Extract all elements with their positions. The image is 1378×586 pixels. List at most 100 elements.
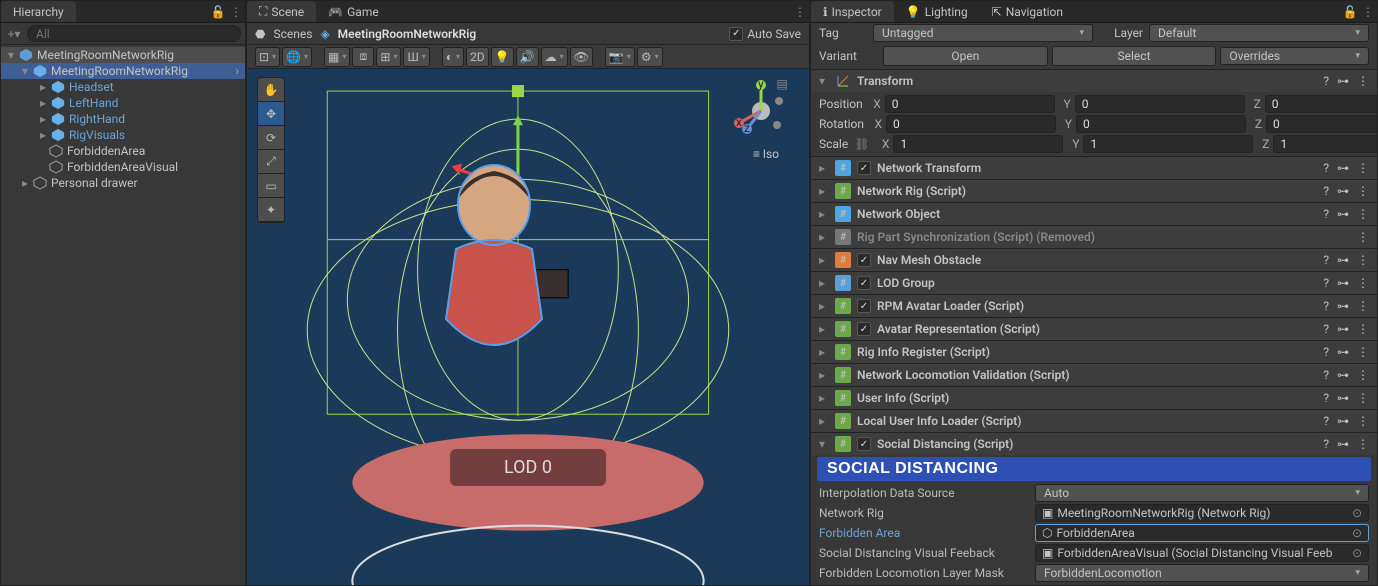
kebab-icon[interactable]: ⋮ [1357,253,1369,267]
preset-icon[interactable]: ⊶ [1337,161,1349,175]
foldout-icon[interactable]: ▸ [819,345,829,359]
foldout-icon[interactable]: ▾ [819,74,829,88]
foldout-icon[interactable]: ▸ [19,176,31,190]
inspector-tab[interactable]: ℹInspector [811,1,894,22]
kebab-icon[interactable]: ⋮ [1357,276,1369,290]
component-header[interactable]: ▸ # Network Object ?⊶⋮ [811,203,1377,225]
foldout-icon[interactable]: ▸ [819,230,829,244]
interp-dropdown[interactable]: Auto [1035,484,1369,502]
breadcrumb-asset[interactable]: MeetingRoomNetworkRig [338,27,477,41]
kebab-icon[interactable]: ⋮ [1357,184,1369,198]
help-icon[interactable]: ? [1323,207,1329,221]
auto-save-toggle[interactable]: ✓ Auto Save [729,27,801,41]
mask-dropdown[interactable]: ForbiddenLocomotion [1035,564,1369,582]
overrides-dropdown[interactable]: Overrides [1220,47,1369,65]
foldout-icon[interactable]: ▾ [19,64,31,78]
foldout-icon[interactable]: ▸ [819,299,829,313]
go-into-icon[interactable]: › [235,64,245,78]
enable-checkbox[interactable]: ✓ [857,276,871,290]
tree-item-righthand[interactable]: ▸ RightHand [1,111,245,127]
grid-vis-button[interactable]: ▦ [324,47,350,67]
foldout-icon[interactable]: ▸ [819,322,829,336]
help-icon[interactable]: ? [1323,345,1329,359]
foldout-icon[interactable]: ▸ [819,253,829,267]
tree-item-rigvisuals[interactable]: ▸ RigVisuals [1,127,245,143]
help-icon[interactable]: ? [1323,414,1329,428]
component-header[interactable]: ▸ # ✓ Network Transform ?⊶⋮ [811,157,1377,179]
scale-snap-button[interactable]: Ш [403,47,429,67]
kebab-icon[interactable]: ⋮ [1357,437,1369,451]
component-header[interactable]: ▸ # ✓ Nav Mesh Obstacle ?⊶⋮ [811,249,1377,271]
foldout-icon[interactable]: ▸ [819,184,829,198]
pos-z-input[interactable] [1265,95,1377,113]
audio-toggle[interactable]: 🔊 [516,47,539,67]
foldout-icon[interactable]: ▸ [37,128,49,142]
rot-x-input[interactable] [886,115,1056,133]
component-header[interactable]: ▸ # User Info (Script) ?⊶⋮ [811,387,1377,409]
increment-snap-button[interactable]: ⊞ [376,47,401,67]
help-icon[interactable]: ? [1323,253,1329,267]
tree-item-forbiddenarea[interactable]: ForbiddenArea [1,143,245,159]
lighting-tab[interactable]: 💡Lighting [894,1,980,22]
preset-icon[interactable]: ⊶ [1337,368,1349,382]
netrig-field[interactable]: ▣MeetingRoomNetworkRig (Network Rig) [1035,504,1369,522]
navigation-tab[interactable]: ⇱Navigation [980,1,1075,22]
layer-dropdown[interactable]: Default [1149,24,1369,42]
kebab-icon[interactable]: ⋮ [1357,345,1369,359]
tree-item-forbiddenareavisual[interactable]: ForbiddenAreaVisual [1,159,245,175]
lock-icon[interactable]: 🔓 [1341,3,1359,21]
scale-z-input[interactable] [1273,135,1377,153]
game-tab[interactable]: 🎮 Game [316,1,391,22]
enable-checkbox[interactable]: ✓ [857,161,871,175]
foldout-icon[interactable]: ▸ [37,80,49,94]
preset-icon[interactable]: ⊶ [1337,414,1349,428]
scale-x-input[interactable] [893,135,1063,153]
camera-button[interactable]: 📷 [605,47,635,67]
tree-item-root-prefab[interactable]: ▾ MeetingRoomNetworkRig › [1,63,245,79]
help-icon[interactable]: ? [1323,368,1329,382]
component-header[interactable]: ▸ # ✓ LOD Group ?⊶⋮ [811,272,1377,294]
component-header[interactable]: ▸ # Network Rig (Script) ?⊶⋮ [811,180,1377,202]
foldout-icon[interactable]: ▾ [819,437,829,451]
component-header[interactable]: ▸ # Network Locomotion Validation (Scrip… [811,364,1377,386]
component-header[interactable]: ▸ # ✓ RPM Avatar Loader (Script) ?⊶⋮ [811,295,1377,317]
mode-2d-button[interactable]: 2D [466,47,489,67]
kebab-menu-icon[interactable]: ⋮ [791,3,809,21]
kebab-icon[interactable]: ⋮ [1357,230,1369,244]
create-dropdown-icon[interactable]: +▾ [5,25,23,43]
foldout-icon[interactable]: ▸ [819,391,829,405]
preset-icon[interactable]: ⊶ [1337,437,1349,451]
lock-icon[interactable]: 🔓 [209,3,227,21]
kebab-icon[interactable]: ⋮ [1357,207,1369,221]
kebab-icon[interactable]: ⋮ [1357,322,1369,336]
preset-icon[interactable]: ⊶ [1337,74,1349,88]
kebab-icon[interactable]: ⋮ [1357,74,1369,88]
visual-field[interactable]: ▣ForbiddenAreaVisual (Social Distancing … [1035,544,1369,562]
forbidden-field[interactable]: ⬡ForbiddenArea [1035,524,1369,542]
open-button[interactable]: Open [883,46,1048,66]
hierarchy-tab[interactable]: Hierarchy [1,1,76,22]
tree-item-headset[interactable]: ▸ Headset [1,79,245,95]
kebab-icon[interactable]: ⋮ [1357,414,1369,428]
preset-icon[interactable]: ⊶ [1337,299,1349,313]
tree-item-lefthand[interactable]: ▸ LeftHand [1,95,245,111]
enable-checkbox[interactable]: ✓ [857,253,871,267]
kebab-menu-icon[interactable]: ⋮ [227,3,245,21]
enable-checkbox[interactable]: ✓ [857,322,871,336]
preset-icon[interactable]: ⊶ [1337,391,1349,405]
select-button[interactable]: Select [1052,46,1217,66]
help-icon[interactable]: ? [1323,322,1329,336]
hierarchy-search-input[interactable] [27,25,241,42]
shading-button[interactable]: ◐ [442,47,464,67]
kebab-menu-icon[interactable]: ⋮ [1359,3,1377,21]
component-header[interactable]: ▸ # Rig Info Register (Script) ?⊶⋮ [811,341,1377,363]
enable-checkbox[interactable]: ✓ [857,437,871,451]
gizmo-settings-button[interactable]: ⚙ [637,47,663,67]
component-header[interactable]: ▸ # ✓ Avatar Representation (Script) ?⊶⋮ [811,318,1377,340]
foldout-icon[interactable]: ▸ [37,112,49,126]
pos-x-input[interactable] [885,95,1055,113]
kebab-icon[interactable]: ⋮ [1357,391,1369,405]
foldout-icon[interactable]: ▸ [819,414,829,428]
scene-root[interactable]: ▾ MeetingRoomNetworkRig [1,47,245,63]
help-icon[interactable]: ? [1323,276,1329,290]
